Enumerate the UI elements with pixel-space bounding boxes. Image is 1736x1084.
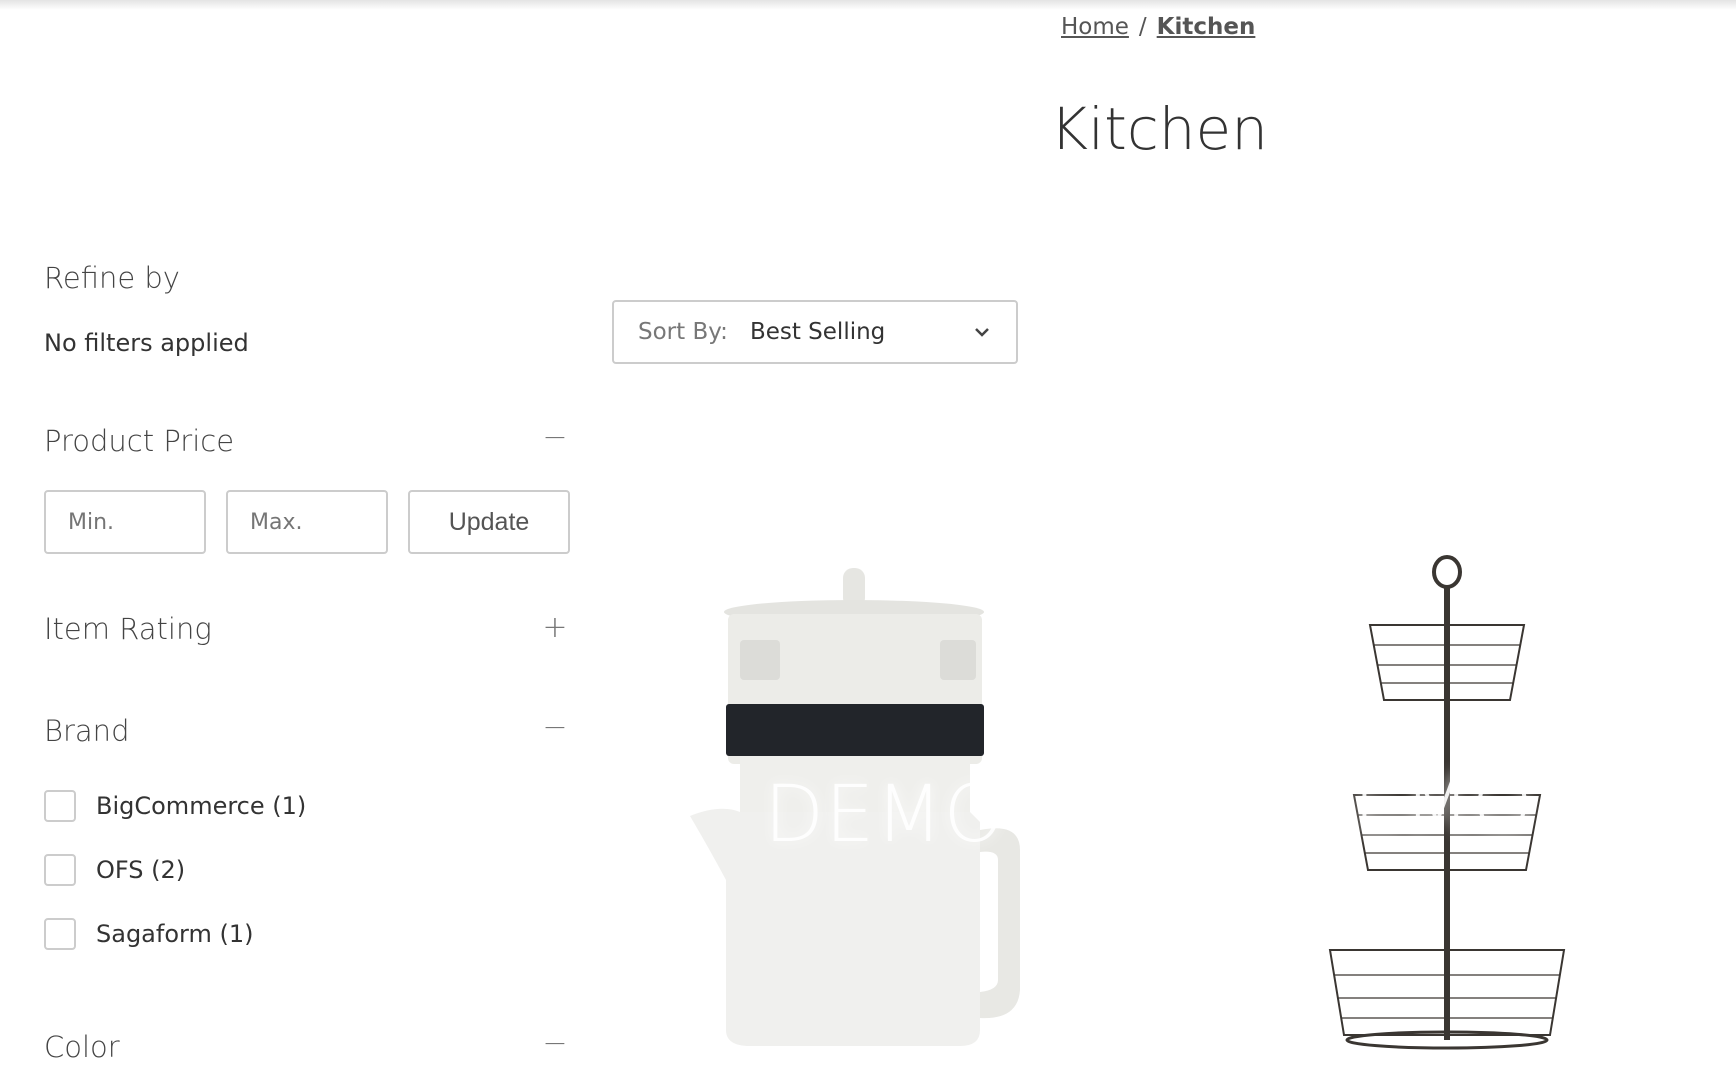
- item-rating-heading[interactable]: Item Rating: [44, 612, 212, 646]
- brand-checkbox-sagaform[interactable]: [44, 918, 76, 950]
- breadcrumb-separator: /: [1138, 14, 1147, 40]
- collapse-icon[interactable]: −: [540, 1026, 570, 1061]
- price-max-input[interactable]: [226, 490, 388, 554]
- brand-checkbox-bigcommerce[interactable]: [44, 790, 76, 822]
- brand-label[interactable]: BigCommerce (1): [96, 792, 306, 820]
- demo-watermark: DEMO: [1292, 760, 1535, 850]
- brand-label[interactable]: Sagaform (1): [96, 920, 253, 948]
- breadcrumb: Home / Kitchen: [1061, 14, 1255, 40]
- product-price-heading[interactable]: Product Price: [44, 424, 234, 458]
- collapse-icon[interactable]: −: [540, 710, 570, 745]
- header-shadow: [0, 0, 1736, 10]
- chevron-down-icon: [975, 328, 989, 337]
- product-image-basket[interactable]: DEMO: [1292, 550, 1600, 1060]
- breadcrumb-kitchen[interactable]: Kitchen: [1157, 14, 1256, 40]
- expand-icon[interactable]: +: [540, 610, 570, 645]
- price-min-input[interactable]: [44, 490, 206, 554]
- color-heading[interactable]: Color: [44, 1030, 120, 1064]
- filters-status: No filters applied: [44, 329, 249, 357]
- product-image-teapot[interactable]: DEMO: [680, 560, 1100, 1060]
- refine-by-heading: Refine by: [44, 261, 180, 295]
- demo-watermark: DEMO: [764, 770, 1007, 860]
- price-update-button[interactable]: Update: [408, 490, 570, 554]
- sort-select[interactable]: Sort By: Best Selling: [612, 300, 1018, 364]
- breadcrumb-home[interactable]: Home: [1061, 14, 1129, 40]
- collapse-icon[interactable]: −: [540, 420, 570, 455]
- sort-label: Sort By:: [638, 319, 728, 345]
- sort-value: Best Selling: [749, 319, 886, 345]
- brand-label[interactable]: OFS (2): [96, 856, 185, 884]
- brand-checkbox-ofs[interactable]: [44, 854, 76, 886]
- page-title: Kitchen: [1050, 95, 1268, 163]
- brand-heading[interactable]: Brand: [44, 714, 129, 748]
